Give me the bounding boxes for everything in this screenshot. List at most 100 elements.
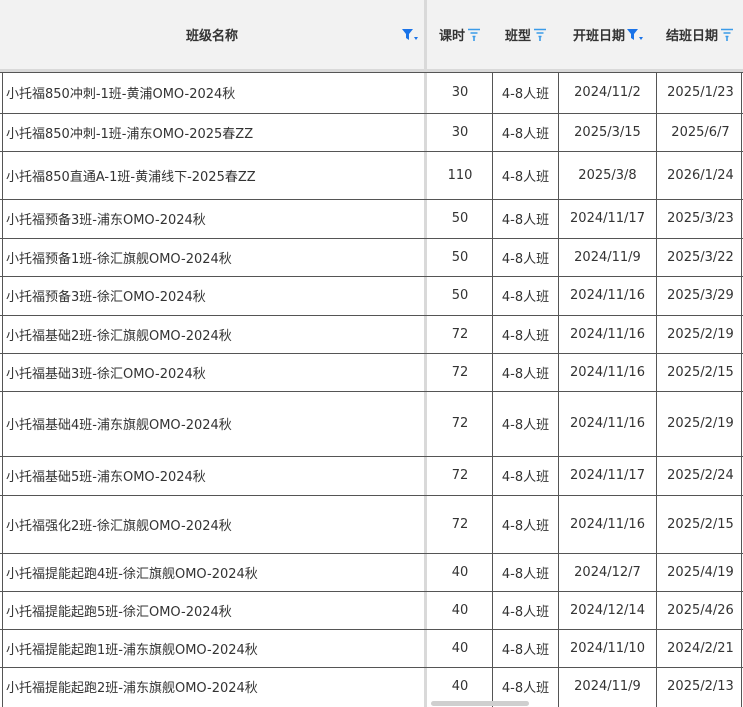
class-name-cell[interactable]: 小托福基础2班-徐汇旗舰OMO-2024秋 (3, 315, 421, 353)
start-date-cell[interactable]: 2024/11/17 (560, 456, 655, 495)
column-header-class-type[interactable]: 班型 (493, 0, 559, 69)
table-row[interactable]: 小托福预备3班-徐汇OMO-2024秋 50 4-8人班 2024/11/16 2025… (0, 276, 743, 315)
hours-cell[interactable]: 40 (428, 591, 492, 629)
class-type-cell[interactable]: 4-8人班 (494, 151, 557, 199)
class-type-cell[interactable]: 4-8人班 (494, 591, 557, 629)
hours-cell[interactable]: 72 (428, 391, 492, 456)
hours-cell[interactable]: 72 (428, 315, 492, 353)
class-name-cell[interactable]: 小托福提能起跑5班-徐汇OMO-2024秋 (3, 591, 421, 629)
table-row[interactable]: 小托福提能起跑4班-徐汇旗舰OMO-2024秋 40 4-8人班 2024/12/7 2… (0, 553, 743, 591)
hours-cell[interactable]: 50 (428, 199, 492, 238)
class-name-cell[interactable]: 小托福预备3班-徐汇OMO-2024秋 (3, 276, 421, 315)
class-name-cell[interactable]: 小托福提能起跑2班-浦东旗舰OMO-2024秋 (3, 667, 421, 705)
table-row[interactable]: 小托福基础3班-徐汇OMO-2024秋 72 4-8人班 2024/11/16 2025… (0, 353, 743, 391)
start-date-cell[interactable]: 2024/11/9 (560, 238, 655, 276)
class-name-cell[interactable]: 小托福850冲刺-1班-黄浦OMO-2024秋 (3, 72, 421, 113)
table-row[interactable]: 小托福预备1班-徐汇旗舰OMO-2024秋 50 4-8人班 2024/11/9 202… (0, 238, 743, 276)
class-name-cell[interactable]: 小托福基础3班-徐汇OMO-2024秋 (3, 353, 421, 391)
hours-cell[interactable]: 40 (428, 553, 492, 591)
class-type-cell[interactable]: 4-8人班 (494, 238, 557, 276)
filter-active-icon[interactable] (627, 28, 643, 42)
end-date-cell[interactable]: 2026/1/24 (658, 151, 743, 199)
end-date-cell[interactable]: 2025/2/13 (658, 667, 743, 705)
start-date-cell[interactable]: 2024/11/16 (560, 276, 655, 315)
end-date-cell[interactable]: 2025/2/19 (658, 391, 743, 456)
class-type-cell[interactable]: 4-8人班 (494, 113, 557, 151)
table-row[interactable]: 小托福850冲刺-1班-黄浦OMO-2024秋 30 4-8人班 2024/11/2 2… (0, 72, 743, 113)
hours-cell[interactable]: 110 (428, 151, 492, 199)
hours-cell[interactable]: 72 (428, 353, 492, 391)
column-header-end-date[interactable]: 结班日期 (657, 0, 743, 69)
filter-icon[interactable] (533, 28, 547, 42)
end-date-cell[interactable]: 2025/4/19 (658, 553, 743, 591)
end-date-cell[interactable]: 2024/2/21 (658, 629, 743, 667)
filter-active-icon[interactable] (402, 28, 418, 42)
table-row[interactable]: 小托福基础2班-徐汇旗舰OMO-2024秋 72 4-8人班 2024/11/16 20… (0, 315, 743, 353)
end-date-cell[interactable]: 2025/2/15 (658, 353, 743, 391)
class-type-cell[interactable]: 4-8人班 (494, 72, 557, 113)
filter-icon[interactable] (467, 28, 481, 42)
class-name-cell[interactable]: 小托福850冲刺-1班-浦东OMO-2025春ZZ (3, 113, 421, 151)
class-type-cell[interactable]: 4-8人班 (494, 199, 557, 238)
class-name-cell[interactable]: 小托福提能起跑1班-浦东旗舰OMO-2024秋 (3, 629, 421, 667)
start-date-cell[interactable]: 2024/11/16 (560, 353, 655, 391)
end-date-cell[interactable]: 2025/2/19 (658, 315, 743, 353)
class-name-cell[interactable]: 小托福850直通A-1班-黄浦线下-2025春ZZ (3, 151, 421, 199)
start-date-cell[interactable]: 2024/12/7 (560, 553, 655, 591)
end-date-cell[interactable]: 2025/2/15 (658, 495, 743, 553)
hours-cell[interactable]: 40 (428, 629, 492, 667)
class-type-cell[interactable]: 4-8人班 (494, 553, 557, 591)
table-row[interactable]: 小托福强化2班-徐汇旗舰OMO-2024秋 72 4-8人班 2024/11/16 20… (0, 495, 743, 553)
hours-cell[interactable]: 50 (428, 276, 492, 315)
end-date-cell[interactable]: 2025/6/7 (658, 113, 743, 151)
table-row[interactable]: 小托福提能起跑2班-浦东旗舰OMO-2024秋 40 4-8人班 2024/11/9 2… (0, 667, 743, 705)
end-date-cell[interactable]: 2025/3/29 (658, 276, 743, 315)
start-date-cell[interactable]: 2025/3/15 (560, 113, 655, 151)
class-type-cell[interactable]: 4-8人班 (494, 629, 557, 667)
hours-cell[interactable]: 30 (428, 113, 492, 151)
column-header-class-name[interactable]: 班级名称 (0, 0, 424, 69)
start-date-cell[interactable]: 2024/11/2 (560, 72, 655, 113)
column-header-hours[interactable]: 课时 (427, 0, 493, 69)
end-date-cell[interactable]: 2025/3/22 (658, 238, 743, 276)
filter-icon[interactable] (720, 28, 734, 42)
table-row[interactable]: 小托福基础4班-浦东旗舰OMO-2024秋 72 4-8人班 2024/11/16 20… (0, 391, 743, 456)
hours-cell[interactable]: 40 (428, 667, 492, 705)
hours-cell[interactable]: 72 (428, 495, 492, 553)
class-type-cell[interactable]: 4-8人班 (494, 353, 557, 391)
class-name-cell[interactable]: 小托福预备1班-徐汇旗舰OMO-2024秋 (3, 238, 421, 276)
table-row[interactable]: 小托福850直通A-1班-黄浦线下-2025春ZZ 110 4-8人班 2025/3/… (0, 151, 743, 199)
class-type-cell[interactable]: 4-8人班 (494, 667, 557, 705)
start-date-cell[interactable]: 2024/12/14 (560, 591, 655, 629)
start-date-cell[interactable]: 2024/11/17 (560, 199, 655, 238)
horizontal-scrollbar[interactable] (431, 701, 529, 706)
end-date-cell[interactable]: 2025/3/23 (658, 199, 743, 238)
table-row[interactable]: 小托福提能起跑5班-徐汇OMO-2024秋 40 4-8人班 2024/12/14 20… (0, 591, 743, 629)
class-type-cell[interactable]: 4-8人班 (494, 315, 557, 353)
start-date-cell[interactable]: 2025/3/8 (560, 151, 655, 199)
hours-cell[interactable]: 30 (428, 72, 492, 113)
class-name-cell[interactable]: 小托福基础5班-浦东OMO-2024秋 (3, 456, 421, 495)
hours-cell[interactable]: 50 (428, 238, 492, 276)
start-date-cell[interactable]: 2024/11/16 (560, 315, 655, 353)
hours-cell[interactable]: 72 (428, 456, 492, 495)
class-type-cell[interactable]: 4-8人班 (494, 276, 557, 315)
class-name-cell[interactable]: 小托福基础4班-浦东旗舰OMO-2024秋 (3, 391, 421, 456)
class-name-cell[interactable]: 小托福提能起跑4班-徐汇旗舰OMO-2024秋 (3, 553, 421, 591)
column-header-start-date[interactable]: 开班日期 (559, 0, 657, 69)
class-name-cell[interactable]: 小托福预备3班-浦东OMO-2024秋 (3, 199, 421, 238)
start-date-cell[interactable]: 2024/11/10 (560, 629, 655, 667)
table-row[interactable]: 小托福基础5班-浦东OMO-2024秋 72 4-8人班 2024/11/17 2025… (0, 456, 743, 495)
class-type-cell[interactable]: 4-8人班 (494, 391, 557, 456)
start-date-cell[interactable]: 2024/11/16 (560, 391, 655, 456)
end-date-cell[interactable]: 2025/1/23 (658, 72, 743, 113)
class-type-cell[interactable]: 4-8人班 (494, 495, 557, 553)
end-date-cell[interactable]: 2025/4/26 (658, 591, 743, 629)
table-row[interactable]: 小托福预备3班-浦东OMO-2024秋 50 4-8人班 2024/11/17 2025… (0, 199, 743, 238)
table-row[interactable]: 小托福850冲刺-1班-浦东OMO-2025春ZZ 30 4-8人班 2025/3/1… (0, 113, 743, 151)
start-date-cell[interactable]: 2024/11/9 (560, 667, 655, 705)
class-name-cell[interactable]: 小托福强化2班-徐汇旗舰OMO-2024秋 (3, 495, 421, 553)
table-row[interactable]: 小托福提能起跑1班-浦东旗舰OMO-2024秋 40 4-8人班 2024/11/10… (0, 629, 743, 667)
start-date-cell[interactable]: 2024/11/16 (560, 495, 655, 553)
end-date-cell[interactable]: 2025/2/24 (658, 456, 743, 495)
